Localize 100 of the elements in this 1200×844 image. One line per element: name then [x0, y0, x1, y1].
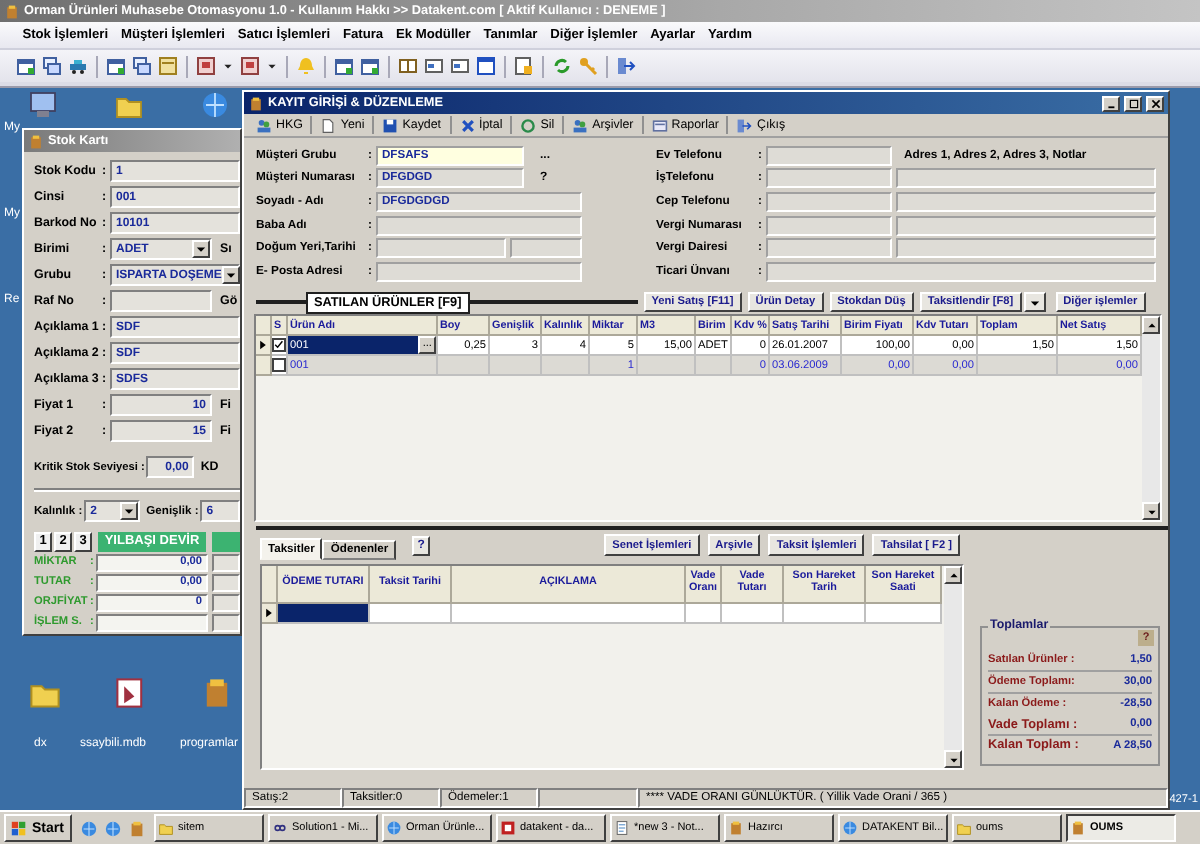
- table-cell: [784, 604, 866, 624]
- app-icon[interactable]: [128, 819, 146, 837]
- row-indicator[interactable]: [262, 604, 278, 624]
- check-icon: [273, 339, 285, 351]
- input-field[interactable]: [766, 168, 892, 189]
- table-cell: [686, 604, 722, 624]
- folder-icon: [158, 820, 174, 836]
- folder-icon: [956, 820, 972, 836]
- close-icon: [1149, 97, 1161, 109]
- globe-icon[interactable]: [200, 90, 230, 120]
- report-icon: [651, 117, 668, 133]
- input-field[interactable]: [766, 145, 892, 166]
- globe-icon: [842, 820, 858, 836]
- dropdown-button[interactable]: [1023, 292, 1046, 312]
- scrollbar[interactable]: [944, 566, 962, 768]
- table-cell: [638, 356, 696, 376]
- database-icon[interactable]: [114, 676, 148, 710]
- scrollbar[interactable]: [1142, 316, 1160, 520]
- app-icon: [4, 3, 20, 19]
- input-field[interactable]: [376, 215, 582, 236]
- globe-icon: [386, 820, 402, 836]
- users-icon: [572, 117, 589, 133]
- cross-icon: [459, 117, 476, 133]
- globe-icon[interactable]: [80, 819, 98, 837]
- table-cell: [542, 356, 590, 376]
- row-pointer-icon: [256, 338, 270, 352]
- card-icon[interactable]: [424, 56, 444, 76]
- input-field[interactable]: [896, 215, 1156, 236]
- computer-icon[interactable]: [28, 90, 58, 120]
- input-field[interactable]: [896, 238, 1156, 259]
- input-field[interactable]: [212, 573, 240, 591]
- windows-icon[interactable]: [132, 56, 152, 76]
- status-panel: [538, 788, 638, 808]
- up-arrow-icon: [1145, 319, 1157, 331]
- document-icon[interactable]: [514, 56, 534, 76]
- table-cell: [278, 604, 370, 624]
- windows-icon[interactable]: [42, 56, 62, 76]
- form-icon[interactable]: [158, 56, 178, 76]
- maximize-button[interactable]: [1124, 95, 1142, 111]
- recycle-icon: [520, 117, 537, 133]
- caret-icon[interactable]: [222, 60, 234, 72]
- input-field[interactable]: [212, 553, 240, 571]
- checkbox[interactable]: [272, 338, 286, 352]
- down-arrow-icon: [947, 753, 959, 765]
- key-icon[interactable]: [578, 56, 598, 76]
- input-field[interactable]: [212, 593, 240, 611]
- table-cell: [490, 356, 542, 376]
- header-cell: [256, 316, 272, 336]
- input-field[interactable]: [766, 215, 892, 236]
- down-arrow-icon: [194, 242, 208, 256]
- caret-icon[interactable]: [266, 60, 278, 72]
- new-window-icon[interactable]: [106, 56, 126, 76]
- table-cell: [370, 604, 452, 624]
- up-arrow-icon: [947, 569, 959, 581]
- notepad-icon: [614, 820, 630, 836]
- card-icon[interactable]: [450, 56, 470, 76]
- input-field[interactable]: [510, 238, 582, 259]
- document-icon[interactable]: [240, 56, 260, 76]
- column-header: [212, 531, 240, 551]
- input-field[interactable]: [110, 290, 212, 312]
- loop-icon: [272, 820, 288, 836]
- close-button[interactable]: [1146, 95, 1164, 111]
- input-field[interactable]: [376, 261, 582, 282]
- app-icon: [728, 820, 744, 836]
- save-icon: [382, 117, 399, 133]
- input-field[interactable]: [766, 191, 892, 212]
- exit-icon[interactable]: [616, 56, 636, 76]
- input-field[interactable]: [96, 613, 208, 631]
- users-icon: [256, 117, 272, 133]
- document-icon[interactable]: [476, 56, 496, 76]
- table-cell: [978, 356, 1058, 376]
- refresh-icon[interactable]: [552, 56, 572, 76]
- app-icon: [1070, 820, 1086, 836]
- input-field[interactable]: [212, 613, 240, 631]
- input-field[interactable]: [766, 238, 892, 259]
- new-window-icon[interactable]: [16, 56, 36, 76]
- table-cell: [696, 356, 732, 376]
- new-window-icon[interactable]: [360, 56, 380, 76]
- input-field[interactable]: [896, 191, 1156, 212]
- input-field[interactable]: [896, 168, 1156, 189]
- new-window-icon[interactable]: [334, 56, 354, 76]
- input-field[interactable]: [766, 261, 1156, 282]
- row-indicator[interactable]: [256, 336, 272, 356]
- maximize-icon: [1127, 97, 1139, 109]
- book-icon[interactable]: [398, 56, 418, 76]
- down-arrow-icon: [122, 504, 137, 518]
- app-icon: [28, 133, 44, 149]
- app-icon: [248, 95, 264, 111]
- row-pointer-icon: [262, 606, 276, 620]
- checkbox[interactable]: [272, 358, 286, 372]
- input-field[interactable]: [376, 238, 506, 259]
- browser-icon[interactable]: [104, 819, 122, 837]
- down-arrow-icon: [1145, 505, 1157, 517]
- minimize-button[interactable]: [1102, 95, 1120, 111]
- document-icon[interactable]: [196, 56, 216, 76]
- app-icon: [500, 820, 516, 836]
- table-cell: [722, 604, 784, 624]
- car-icon[interactable]: [68, 56, 88, 76]
- table-cell: [866, 604, 942, 624]
- header-cell: [262, 566, 278, 604]
